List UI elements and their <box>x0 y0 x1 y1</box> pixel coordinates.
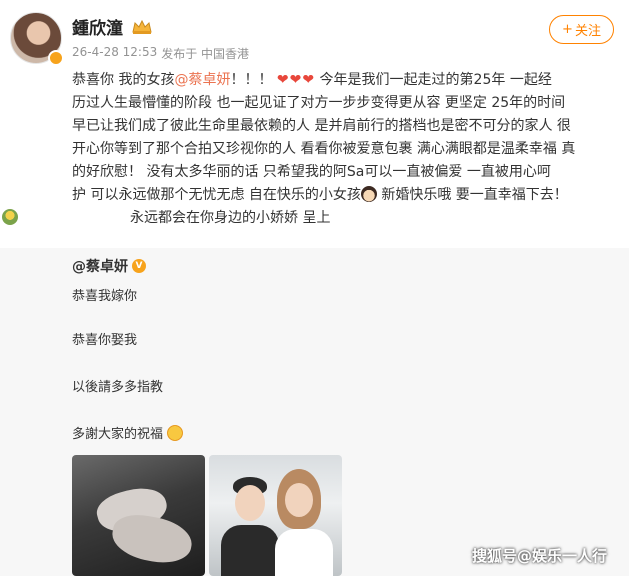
post-line: 历过人生最懵懂的阶段 也一起见证了对方一步步变得更从容 更坚定 25年的时间 <box>72 95 566 111</box>
post-line: 永远都会在你身边的小娇娇 呈上 <box>0 207 622 230</box>
post-line: 护 可以永远做那个无忧无虑 自在快乐的小女孩 新婚快乐哦 要一直幸福下去！ <box>72 184 622 207</box>
blush-emoji-icon <box>167 425 184 441</box>
girl-emoji-icon <box>360 186 377 202</box>
bouquet-emoji-icon <box>2 209 18 225</box>
repost-line: 以後請多多指教 <box>72 380 164 395</box>
post-line: 早已让我们成了彼此生命里最依赖的人 是并肩前行的搭档也是密不可分的家人 很 <box>72 118 571 134</box>
hearts-emoji-icon: ❤❤❤ <box>276 72 316 88</box>
text-segment: 恭喜你 我的女孩 <box>72 72 175 88</box>
suit-shape <box>221 525 279 576</box>
author-avatar[interactable] <box>10 12 64 66</box>
repost-block[interactable]: @蔡卓妍 V 恭喜我嫁你 恭喜你娶我 以後請多多指教 多謝大家的祝福 <box>0 248 629 576</box>
repost-line: 多謝大家的祝福 <box>72 423 184 442</box>
watermark: 搜狐号@娱乐一人行 <box>472 547 608 565</box>
face-shape <box>235 485 265 521</box>
author-name[interactable]: 鍾欣潼 <box>72 14 123 39</box>
vip-crown-icon <box>132 19 152 34</box>
text-segment: ！！！ <box>230 72 273 88</box>
post-line: 的好欣慰！ 没有太多华丽的话 只希望我的阿Sa可以一直被偏爱 一直被用心呵 <box>72 164 551 180</box>
repost-line: 恭喜我嫁你 <box>72 289 138 304</box>
photo-couple[interactable] <box>209 455 342 576</box>
verified-v-icon: V <box>132 259 146 273</box>
hand-shape <box>108 510 196 568</box>
repost-author[interactable]: @蔡卓妍 V <box>72 256 146 276</box>
repost-line: 恭喜你娶我 <box>72 333 138 348</box>
photo-rings[interactable] <box>72 455 205 576</box>
post-meta: 26-4-28 12:53 发布于 中国香港 <box>72 45 249 62</box>
text-segment: 永远都会在你身边的小娇娇 呈上 <box>130 210 331 226</box>
plus-icon: + <box>562 22 573 37</box>
dress-shape <box>275 529 333 576</box>
text-segment: 今年是我们一起走过的第25年 一起经 <box>315 72 552 88</box>
mention-link[interactable]: @蔡卓妍 <box>174 72 230 88</box>
follow-button[interactable]: + 关注 <box>549 15 614 44</box>
post-line: 恭喜你 我的女孩@蔡卓妍！！！ ❤❤❤ 今年是我们一起走过的第25年 一起经 <box>72 69 622 92</box>
post-timestamp[interactable]: 26-4-28 12:53 <box>72 45 157 62</box>
weibo-post: 鍾欣潼 26-4-28 12:53 发布于 中国香港 + 关注 恭喜你 我的女孩… <box>0 0 629 576</box>
repost-author-name[interactable]: @蔡卓妍 <box>72 256 128 276</box>
text-segment: 新婚快乐哦 要一直幸福下去！ <box>376 187 568 203</box>
text-segment: 多謝大家的祝福 <box>72 427 164 442</box>
post-text: 恭喜你 我的女孩@蔡卓妍！！！ ❤❤❤ 今年是我们一起走过的第25年 一起经 历… <box>2 69 622 230</box>
post-source: 发布于 中国香港 <box>161 47 250 61</box>
face-shape <box>285 483 313 517</box>
post-line: 开心你等到了那个合拍又珍视你的人 看看你被爱意包裹 满心满眼都是温柔幸福 真 <box>72 141 576 157</box>
verified-badge-icon <box>48 50 64 66</box>
text-segment: 护 可以永远做那个无忧无虑 自在快乐的小女孩 <box>72 187 361 203</box>
author-row: 鍾欣潼 <box>72 14 153 39</box>
follow-label: 关注 <box>574 24 601 39</box>
